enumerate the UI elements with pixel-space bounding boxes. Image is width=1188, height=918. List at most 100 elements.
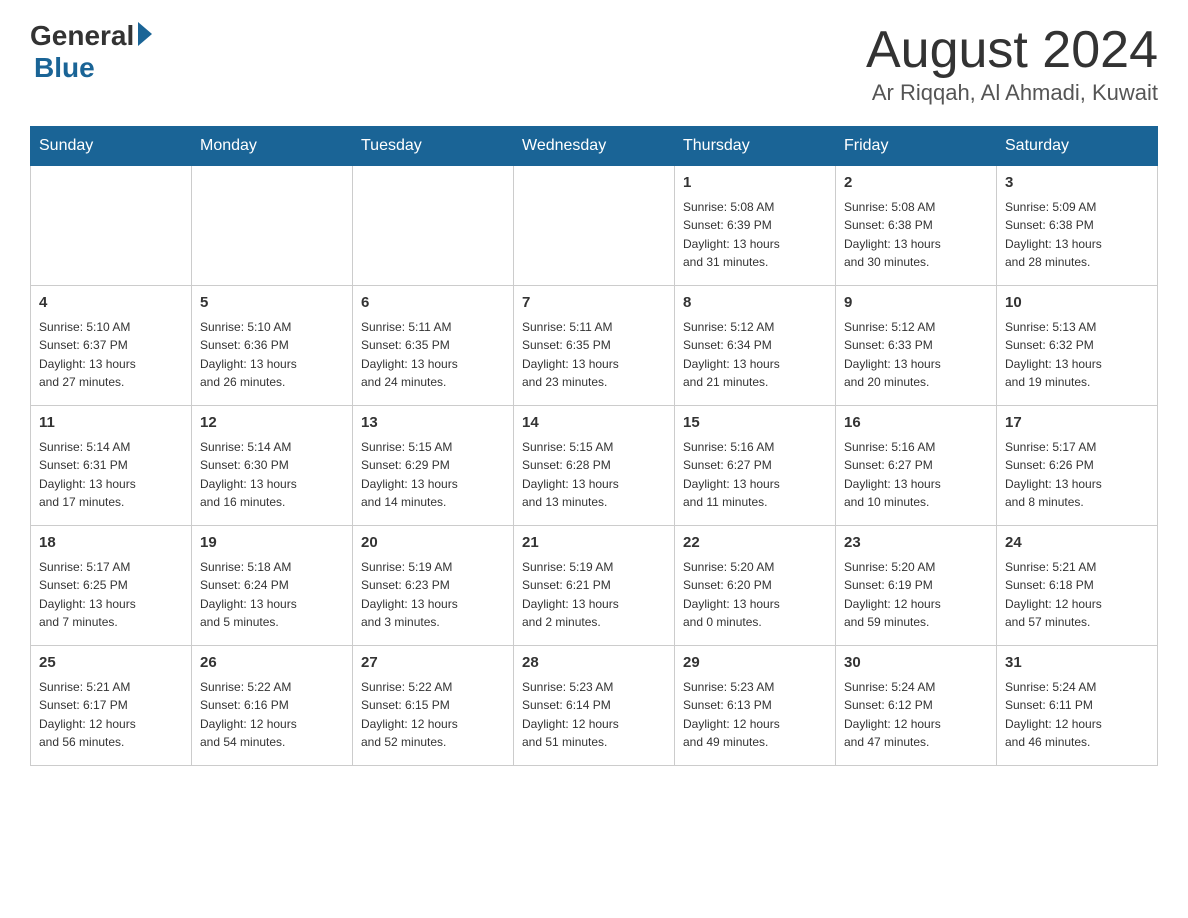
calendar-table: SundayMondayTuesdayWednesdayThursdayFrid… — [30, 126, 1158, 766]
day-number: 7 — [522, 292, 666, 315]
calendar-cell: 30 Sunrise: 5:24 AM Sunset: 6:12 PM Dayli… — [836, 646, 997, 766]
calendar-cell: 8Sunrise: 5:12 AM Sunset: 6:34 PM Daylig… — [675, 286, 836, 406]
day-number: 14 — [522, 412, 666, 435]
day-number: 9 — [844, 292, 988, 315]
day-info: Sunrise: 5:15 AM Sunset: 6:28 PM Dayligh… — [522, 438, 666, 512]
day-info: Sunrise: 5:16 AM Sunset: 6:27 PM Dayligh… — [683, 438, 827, 512]
calendar-cell: 28 Sunrise: 5:23 AM Sunset: 6:14 PM Dayli… — [514, 646, 675, 766]
day-number: 16 — [844, 412, 988, 435]
day-number: 19 — [200, 532, 344, 555]
day-of-week-header: Saturday — [997, 127, 1158, 166]
day-number: 4 — [39, 292, 183, 315]
day-info: Sunrise: 5:21 AM Sunset: 6:18 PM Dayligh… — [1005, 558, 1149, 632]
day-info: Sunrise: 5:17 AM Sunset: 6:25 PM Dayligh… — [39, 558, 183, 632]
calendar-cell: 16 Sunrise: 5:16 AM Sunset: 6:27 PM Dayli… — [836, 406, 997, 526]
day-info: Sunrise: 5:11 AM Sunset: 6:35 PM Dayligh… — [361, 318, 505, 392]
day-info: Sunrise: 5:22 AM Sunset: 6:16 PM Dayligh… — [200, 678, 344, 752]
day-number: 5 — [200, 292, 344, 315]
calendar-cell: 14 Sunrise: 5:15 AM Sunset: 6:28 PM Dayli… — [514, 406, 675, 526]
calendar-cell: 12Sunrise: 5:14 AM Sunset: 6:30 PM Dayli… — [192, 406, 353, 526]
calendar-cell: 6 Sunrise: 5:11 AM Sunset: 6:35 PM Daylig… — [353, 286, 514, 406]
calendar-cell: 1 Sunrise: 5:08 AM Sunset: 6:39 PM Daylig… — [675, 166, 836, 286]
day-of-week-header: Monday — [192, 127, 353, 166]
calendar-cell: 11 Sunrise: 5:14 AM Sunset: 6:31 PM Dayli… — [31, 406, 192, 526]
calendar-cell: 24 Sunrise: 5:21 AM Sunset: 6:18 PM Dayli… — [997, 526, 1158, 646]
day-of-week-header: Tuesday — [353, 127, 514, 166]
day-number: 18 — [39, 532, 183, 555]
calendar-week-row: 1 Sunrise: 5:08 AM Sunset: 6:39 PM Daylig… — [31, 166, 1158, 286]
day-info: Sunrise: 5:19 AM Sunset: 6:21 PM Dayligh… — [522, 558, 666, 632]
day-info: Sunrise: 5:19 AM Sunset: 6:23 PM Dayligh… — [361, 558, 505, 632]
calendar-week-row: 11 Sunrise: 5:14 AM Sunset: 6:31 PM Dayli… — [31, 406, 1158, 526]
logo-blue-text: Blue — [34, 52, 95, 84]
day-info: Sunrise: 5:21 AM Sunset: 6:17 PM Dayligh… — [39, 678, 183, 752]
day-number: 25 — [39, 652, 183, 675]
day-info: Sunrise: 5:14 AM Sunset: 6:31 PM Dayligh… — [39, 438, 183, 512]
day-number: 30 — [844, 652, 988, 675]
day-number: 6 — [361, 292, 505, 315]
location-subtitle: Ar Riqqah, Al Ahmadi, Kuwait — [866, 80, 1158, 106]
day-info: Sunrise: 5:16 AM Sunset: 6:27 PM Dayligh… — [844, 438, 988, 512]
day-info: Sunrise: 5:23 AM Sunset: 6:14 PM Dayligh… — [522, 678, 666, 752]
day-header-row: SundayMondayTuesdayWednesdayThursdayFrid… — [31, 127, 1158, 166]
day-info: Sunrise: 5:20 AM Sunset: 6:20 PM Dayligh… — [683, 558, 827, 632]
day-info: Sunrise: 5:15 AM Sunset: 6:29 PM Dayligh… — [361, 438, 505, 512]
calendar-cell: 10 Sunrise: 5:13 AM Sunset: 6:32 PM Dayli… — [997, 286, 1158, 406]
calendar-cell: 29 Sunrise: 5:23 AM Sunset: 6:13 PM Dayli… — [675, 646, 836, 766]
calendar-cell: 25 Sunrise: 5:21 AM Sunset: 6:17 PM Dayli… — [31, 646, 192, 766]
calendar-week-row: 18 Sunrise: 5:17 AM Sunset: 6:25 PM Dayli… — [31, 526, 1158, 646]
calendar-cell: 27 Sunrise: 5:22 AM Sunset: 6:15 PM Dayli… — [353, 646, 514, 766]
day-info: Sunrise: 5:22 AM Sunset: 6:15 PM Dayligh… — [361, 678, 505, 752]
day-info: Sunrise: 5:11 AM Sunset: 6:35 PM Dayligh… — [522, 318, 666, 392]
day-number: 10 — [1005, 292, 1149, 315]
day-number: 24 — [1005, 532, 1149, 555]
logo-arrow-icon — [138, 22, 152, 46]
calendar-cell: 18 Sunrise: 5:17 AM Sunset: 6:25 PM Dayli… — [31, 526, 192, 646]
calendar-cell: 4 Sunrise: 5:10 AM Sunset: 6:37 PM Daylig… — [31, 286, 192, 406]
calendar-cell: 17Sunrise: 5:17 AM Sunset: 6:26 PM Dayli… — [997, 406, 1158, 526]
day-number: 3 — [1005, 172, 1149, 195]
calendar-cell: 3 Sunrise: 5:09 AM Sunset: 6:38 PM Daylig… — [997, 166, 1158, 286]
day-number: 29 — [683, 652, 827, 675]
day-number: 22 — [683, 532, 827, 555]
day-number: 1 — [683, 172, 827, 195]
calendar-cell: 13Sunrise: 5:15 AM Sunset: 6:29 PM Dayli… — [353, 406, 514, 526]
logo-general-text: General — [30, 20, 134, 52]
day-info: Sunrise: 5:10 AM Sunset: 6:36 PM Dayligh… — [200, 318, 344, 392]
title-area: August 2024 Ar Riqqah, Al Ahmadi, Kuwait — [866, 20, 1158, 106]
calendar-cell: 15 Sunrise: 5:16 AM Sunset: 6:27 PM Dayli… — [675, 406, 836, 526]
day-info: Sunrise: 5:24 AM Sunset: 6:11 PM Dayligh… — [1005, 678, 1149, 752]
month-year-title: August 2024 — [866, 20, 1158, 80]
day-info: Sunrise: 5:23 AM Sunset: 6:13 PM Dayligh… — [683, 678, 827, 752]
day-info: Sunrise: 5:13 AM Sunset: 6:32 PM Dayligh… — [1005, 318, 1149, 392]
day-info: Sunrise: 5:08 AM Sunset: 6:39 PM Dayligh… — [683, 198, 827, 272]
day-info: Sunrise: 5:14 AM Sunset: 6:30 PM Dayligh… — [200, 438, 344, 512]
calendar-cell: 20 Sunrise: 5:19 AM Sunset: 6:23 PM Dayli… — [353, 526, 514, 646]
calendar-cell: 21 Sunrise: 5:19 AM Sunset: 6:21 PM Dayli… — [514, 526, 675, 646]
calendar-cell: 26Sunrise: 5:22 AM Sunset: 6:16 PM Dayli… — [192, 646, 353, 766]
day-info: Sunrise: 5:09 AM Sunset: 6:38 PM Dayligh… — [1005, 198, 1149, 272]
calendar-cell: 19Sunrise: 5:18 AM Sunset: 6:24 PM Dayli… — [192, 526, 353, 646]
day-of-week-header: Wednesday — [514, 127, 675, 166]
calendar-cell: 22 Sunrise: 5:20 AM Sunset: 6:20 PM Dayli… — [675, 526, 836, 646]
day-number: 27 — [361, 652, 505, 675]
day-number: 8 — [683, 292, 827, 315]
day-number: 17 — [1005, 412, 1149, 435]
day-number: 20 — [361, 532, 505, 555]
header: General Blue August 2024 Ar Riqqah, Al A… — [30, 20, 1158, 106]
day-of-week-header: Thursday — [675, 127, 836, 166]
day-number: 28 — [522, 652, 666, 675]
calendar-cell: 5 Sunrise: 5:10 AM Sunset: 6:36 PM Daylig… — [192, 286, 353, 406]
day-number: 31 — [1005, 652, 1149, 675]
calendar-cell — [514, 166, 675, 286]
day-number: 2 — [844, 172, 988, 195]
calendar-week-row: 25 Sunrise: 5:21 AM Sunset: 6:17 PM Dayli… — [31, 646, 1158, 766]
calendar-cell: 2Sunrise: 5:08 AM Sunset: 6:38 PM Daylig… — [836, 166, 997, 286]
day-number: 15 — [683, 412, 827, 435]
day-number: 21 — [522, 532, 666, 555]
day-info: Sunrise: 5:24 AM Sunset: 6:12 PM Dayligh… — [844, 678, 988, 752]
day-number: 11 — [39, 412, 183, 435]
day-of-week-header: Friday — [836, 127, 997, 166]
day-info: Sunrise: 5:10 AM Sunset: 6:37 PM Dayligh… — [39, 318, 183, 392]
day-of-week-header: Sunday — [31, 127, 192, 166]
